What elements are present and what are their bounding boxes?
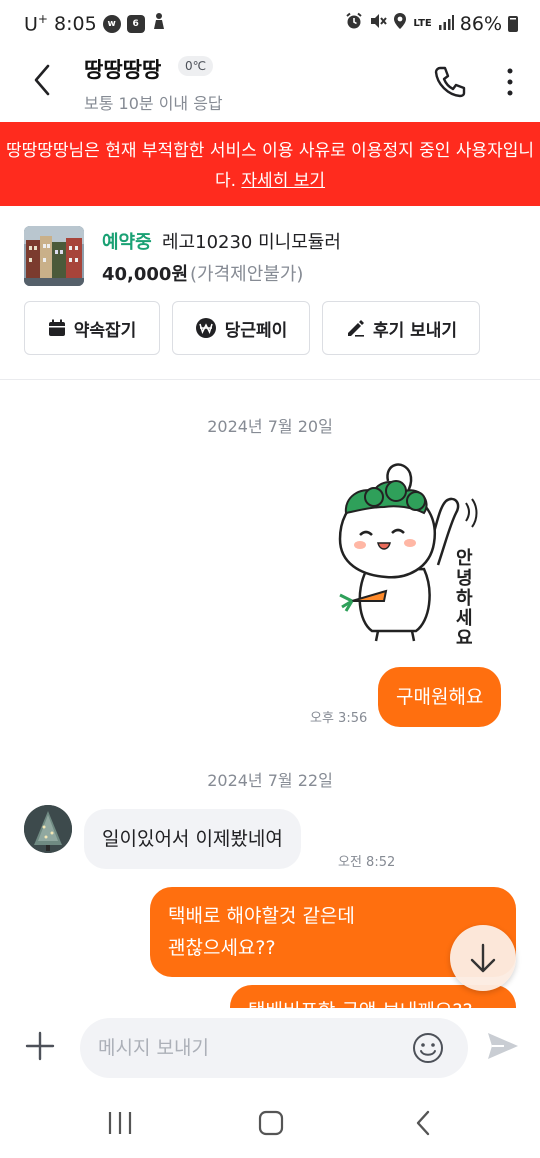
message-bubble-received[interactable]: 일이있어서 이제봤네여 <box>84 809 301 869</box>
status-bar: U+ 8:05 w 6 LTE 86% <box>0 0 540 48</box>
send-review-button[interactable]: 후기 보내기 <box>322 301 480 355</box>
lego-building-image <box>24 226 84 286</box>
partner-avatar[interactable] <box>24 805 72 853</box>
calendar-icon <box>48 319 65 336</box>
nav-back-button[interactable] <box>404 1108 444 1138</box>
make-appointment-label: 약속잡기 <box>73 320 137 341</box>
message-time: 오후 3:56 <box>310 711 368 726</box>
status-left: U+ 8:05 w 6 <box>24 12 167 35</box>
arrow-down-icon <box>470 943 496 973</box>
back-button[interactable] <box>22 58 62 102</box>
date-separator: 2024년 7월 22일 <box>207 771 333 790</box>
more-options-button[interactable] <box>496 64 524 100</box>
android-navigation-bar <box>0 1090 540 1158</box>
battery-label: 86% <box>459 12 502 35</box>
manner-temperature-badge: 0℃ <box>178 56 214 76</box>
message-text: 택배비포함 금액 보내께요?? <box>248 1000 473 1008</box>
call-button[interactable] <box>430 62 470 102</box>
partner-name[interactable]: 땅땅땅땅 <box>84 54 161 84</box>
pencil-icon <box>347 320 364 337</box>
nav-back-icon <box>416 1110 430 1136</box>
plus-icon <box>25 1031 55 1061</box>
make-appointment-button[interactable]: 약속잡기 <box>24 301 160 355</box>
mute-icon <box>369 12 388 35</box>
message-text: 구매원해요 <box>396 686 484 708</box>
smiley-icon <box>413 1033 443 1063</box>
message-text: 일이있어서 이제봤네여 <box>102 828 283 850</box>
product-title[interactable]: 레고10230 미니모듈러 <box>162 228 341 254</box>
reservation-status: 예약중 <box>102 232 152 253</box>
calendar-icon: 6 <box>126 14 145 33</box>
message-text: 택배로 해야할것 같은데 <box>168 905 355 927</box>
wavve-icon: w <box>102 14 121 33</box>
emoji-button[interactable] <box>412 1032 444 1064</box>
date-separator: 2024년 7월 20일 <box>207 417 333 436</box>
sticker-text: 안녕하세요 <box>456 548 473 649</box>
message-input[interactable] <box>98 1018 398 1078</box>
message-bubble-sent[interactable]: 구매원해요 <box>378 667 502 727</box>
attach-button[interactable] <box>24 1030 56 1062</box>
price-note: (가격제안불가) <box>190 264 304 285</box>
clock: 8:05 <box>53 12 97 35</box>
product-price: 40,000원 <box>102 264 189 285</box>
carrier-label: U+ <box>24 12 48 36</box>
send-button[interactable] <box>486 1030 520 1062</box>
banner-details-link[interactable]: 자세히 보기 <box>241 171 325 191</box>
message-text: 괜찮으세요?? <box>168 937 276 959</box>
karrot-pay-label: 당근페이 <box>224 320 288 341</box>
more-vertical-icon <box>507 68 513 96</box>
alarm-icon <box>345 12 363 35</box>
greeting-sticker: 안녕하세요 <box>326 461 488 651</box>
status-right: LTE 86% <box>345 12 518 35</box>
recent-apps-icon <box>108 1112 132 1134</box>
response-time: 보통 10분 이내 응답 <box>84 94 223 113</box>
home-button[interactable] <box>251 1108 291 1138</box>
product-thumbnail[interactable] <box>24 226 84 286</box>
product-card: 예약중 레고10230 미니모듈러 40,000원 (가격제안불가) 약속잡기 … <box>0 206 540 380</box>
message-time: 오전 8:52 <box>338 855 396 870</box>
message-input-container <box>80 1018 468 1078</box>
chat-messages[interactable]: 2024년 7월 20일 안녕하세요 구매원해요 오후 3:56 2024년 7… <box>0 381 540 1008</box>
location-icon <box>393 12 407 35</box>
gesture-icon <box>151 12 167 35</box>
battery-icon <box>508 15 518 32</box>
karrot-pay-button[interactable]: 당근페이 <box>172 301 310 355</box>
scroll-to-bottom-button[interactable] <box>450 925 516 991</box>
chat-header: 땅땅땅땅 0℃ 보통 10분 이내 응답 <box>0 48 540 122</box>
send-review-label: 후기 보내기 <box>372 320 458 341</box>
phone-icon <box>434 66 466 98</box>
christmas-tree-image <box>24 805 72 853</box>
network-label: LTE <box>413 18 432 29</box>
recent-apps-button[interactable] <box>100 1108 140 1138</box>
chevron-left-icon <box>34 64 50 96</box>
send-icon <box>488 1033 518 1059</box>
signal-icon <box>438 13 454 35</box>
won-icon <box>195 318 216 338</box>
message-input-bar <box>0 1008 540 1090</box>
home-icon <box>258 1110 284 1136</box>
suspension-banner: 땅땅땅땅님은 현재 부적합한 서비스 이용 사유로 이용정지 중인 사용자입니다… <box>0 122 540 206</box>
